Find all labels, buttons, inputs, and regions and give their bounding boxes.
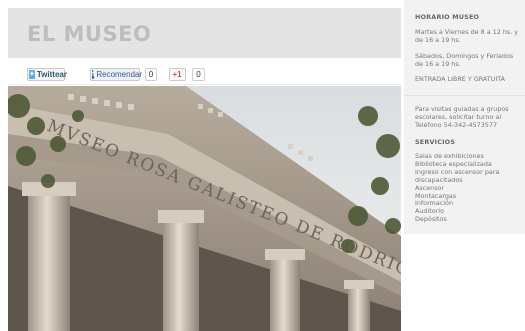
twitter-share-label: Twittear xyxy=(36,70,67,79)
twitter-share-button[interactable]: ✦ Twittear xyxy=(27,68,67,81)
share-bar: ✦ Twittear f Recomendar 0 +1 0 xyxy=(8,58,401,85)
museum-facade-image: MVSEO ROSA GALISTEO DE RODRIGUEZ xyxy=(8,86,401,331)
museum-facade-photo: MVSEO ROSA GALISTEO DE RODRIGUEZ xyxy=(8,86,401,331)
facebook-count: 0 xyxy=(145,68,157,81)
horario-weekend: Sábados, Domingos y Feriados de 16 a 19 … xyxy=(415,52,514,68)
entrada-info: ENTRADA LIBRE Y GRATUITA xyxy=(415,75,506,83)
servicio-item: Depósitos xyxy=(415,215,447,224)
gplus-button[interactable]: +1 xyxy=(169,68,186,81)
main-content: EL MUSEO ✦ Twittear f Recomendar 0 +1 0 xyxy=(8,8,401,331)
twitter-bird-icon: ✦ xyxy=(29,70,35,79)
facebook-recommend-button[interactable]: f Recomendar xyxy=(90,68,143,81)
sidebar-divider xyxy=(404,95,525,96)
sidebar: HORARIO MUSEO Martes a Viernes de 8 a 12… xyxy=(404,0,525,234)
facebook-f-icon: f xyxy=(92,70,95,79)
servicios-title: SERVICIOS xyxy=(415,138,456,146)
facebook-recommend-label: Recomendar xyxy=(96,70,143,79)
gplus-label: +1 xyxy=(172,70,182,79)
title-bar: EL MUSEO xyxy=(8,8,401,58)
servicio-item: Ingreso con ascensor para discapacitados xyxy=(415,167,500,184)
servicios-list: Salas de exhibiciones Biblioteca especia… xyxy=(415,152,519,224)
visitas-info: Para visitas guiadas a grupos escolares,… xyxy=(415,105,509,129)
page-title: EL MUSEO xyxy=(27,22,152,46)
horario-weekday: Martes a Viernes de 8 a 12 hs. y de 16 a… xyxy=(415,28,519,44)
horario-block: HORARIO MUSEO xyxy=(415,13,519,21)
horario-title: HORARIO MUSEO xyxy=(415,13,480,21)
servicios-block: SERVICIOS xyxy=(415,138,519,146)
gplus-count: 0 xyxy=(192,68,205,81)
